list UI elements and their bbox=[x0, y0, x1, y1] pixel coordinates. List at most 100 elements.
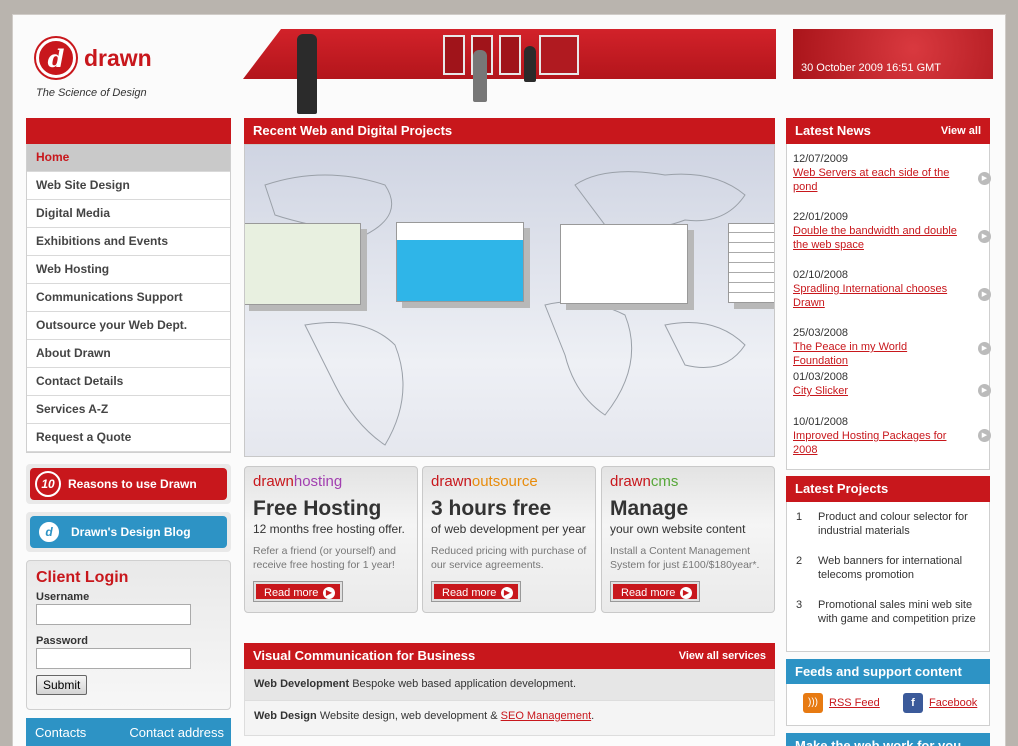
drawn-logo-icon: d bbox=[39, 522, 59, 542]
blog-button[interactable]: d Drawn's Design Blog bbox=[30, 516, 227, 548]
project-item[interactable]: 1 Product and colour selector for industr… bbox=[796, 510, 978, 538]
nav-item-communications[interactable]: Communications Support bbox=[27, 284, 230, 312]
read-more-button[interactable]: Read more ▶ bbox=[611, 582, 699, 601]
card-description: Install a Content Management System for … bbox=[610, 545, 760, 571]
news-link[interactable]: The Peace in my World Foundation bbox=[793, 340, 958, 368]
nav-item-web-hosting[interactable]: Web Hosting bbox=[27, 256, 230, 284]
news-link[interactable]: Double the bandwidth and double the web … bbox=[793, 224, 958, 252]
card-description: Reduced pricing with purchase of our ser… bbox=[431, 545, 587, 571]
news-date: 12/07/2009 bbox=[793, 153, 849, 165]
world-map-showcase bbox=[244, 144, 775, 457]
card-brand: drawnoutsource bbox=[431, 473, 538, 490]
arrow-right-icon: ▶ bbox=[680, 587, 692, 599]
news-link[interactable]: Spradling International chooses Drawn bbox=[793, 282, 958, 310]
news-date: 01/03/2008 bbox=[793, 371, 849, 383]
news-link[interactable]: Web Servers at each side of the pond bbox=[793, 166, 958, 194]
service-term[interactable]: Web Development bbox=[254, 678, 349, 690]
news-item: 25/03/2008 The Peace in my World Foundat… bbox=[793, 326, 991, 368]
submit-button[interactable]: Submit bbox=[36, 675, 88, 695]
project-thumb-blue-site[interactable] bbox=[396, 222, 524, 302]
password-input[interactable] bbox=[36, 648, 191, 669]
nav-item-digital-media[interactable]: Digital Media bbox=[27, 200, 230, 228]
login-title: Client Login bbox=[36, 569, 129, 586]
facebook-link[interactable]: Facebook bbox=[929, 697, 977, 709]
latest-projects-title: Latest Projects bbox=[795, 481, 889, 496]
arrow-right-icon[interactable]: ▶ bbox=[978, 342, 991, 355]
rss-feed-item: ))) RSS Feed bbox=[803, 693, 880, 713]
reasons-label: Reasons to use Drawn bbox=[68, 477, 197, 491]
card-brand: drawncms bbox=[610, 473, 679, 490]
seo-management-link[interactable]: SEO Management bbox=[501, 710, 592, 722]
view-all-services-link[interactable]: View all services bbox=[679, 643, 766, 669]
news-link[interactable]: Improved Hosting Packages for 2008 bbox=[793, 429, 958, 457]
news-link[interactable]: City Slicker bbox=[793, 384, 958, 398]
arrow-right-icon[interactable]: ▶ bbox=[978, 230, 991, 243]
project-thumb-floorplan[interactable] bbox=[245, 223, 361, 305]
news-date: 25/03/2008 bbox=[793, 327, 849, 339]
nav-item-about[interactable]: About Drawn bbox=[27, 340, 230, 368]
latest-news-header: Latest News View all bbox=[786, 118, 990, 144]
reasons-promo[interactable]: 10 Reasons to use Drawn bbox=[26, 464, 231, 504]
person-figure bbox=[473, 50, 487, 102]
main-nav: Home Web Site Design Digital Media Exhib… bbox=[26, 144, 231, 453]
arrow-right-icon[interactable]: ▶ bbox=[978, 384, 991, 397]
client-login-box: Client Login Username Password Submit bbox=[26, 560, 231, 710]
logo-icon[interactable]: d bbox=[36, 38, 76, 78]
latest-news-title: Latest News bbox=[795, 123, 871, 138]
card-cms: drawncms Manage your own website content… bbox=[601, 466, 775, 613]
password-label: Password bbox=[36, 635, 88, 647]
contact-address-link[interactable]: Contact address bbox=[129, 725, 224, 740]
nav-header bbox=[26, 118, 231, 144]
view-all-news-link[interactable]: View all bbox=[941, 118, 981, 144]
read-more-button[interactable]: Read more ▶ bbox=[254, 582, 342, 601]
service-term[interactable]: Web Design bbox=[254, 710, 317, 722]
header-banner bbox=[243, 29, 776, 79]
read-more-button[interactable]: Read more ▶ bbox=[432, 582, 520, 601]
news-date: 10/01/2008 bbox=[793, 416, 849, 428]
visual-comm-header: Visual Communication for Business View a… bbox=[244, 643, 775, 669]
project-thumb-green-site[interactable] bbox=[560, 224, 688, 304]
username-input[interactable] bbox=[36, 604, 191, 625]
projects-list: 1 Product and colour selector for industr… bbox=[786, 502, 990, 652]
nav-item-outsource[interactable]: Outsource your Web Dept. bbox=[27, 312, 230, 340]
arrow-right-icon: ▶ bbox=[323, 587, 335, 599]
card-subtitle: your own website content bbox=[610, 522, 746, 536]
nav-item-services-az[interactable]: Services A-Z bbox=[27, 396, 230, 424]
nav-item-contact-details[interactable]: Contact Details bbox=[27, 368, 230, 396]
contacts-label[interactable]: Contacts bbox=[35, 725, 86, 740]
card-outsource: drawnoutsource 3 hours free of web devel… bbox=[422, 466, 596, 613]
nav-item-exhibitions[interactable]: Exhibitions and Events bbox=[27, 228, 230, 256]
service-row: Web Development Bespoke web based applic… bbox=[244, 669, 775, 701]
ten-icon: 10 bbox=[35, 471, 61, 497]
card-title: 3 hours free bbox=[431, 497, 552, 520]
project-item[interactable]: 3 Promotional sales mini web site with ga… bbox=[796, 598, 978, 626]
visual-comm-title: Visual Communication for Business bbox=[253, 648, 476, 663]
logo-text[interactable]: drawn bbox=[84, 45, 152, 72]
facebook-icon[interactable]: f bbox=[903, 693, 923, 713]
person-figure bbox=[524, 46, 536, 82]
arrow-right-icon[interactable]: ▶ bbox=[978, 429, 991, 442]
news-date: 02/10/2008 bbox=[793, 269, 849, 281]
card-description: Refer a friend (or yourself) and receive… bbox=[253, 545, 396, 571]
facebook-item: f Facebook bbox=[903, 693, 977, 713]
arrow-right-icon[interactable]: ▶ bbox=[978, 288, 991, 301]
nav-item-request-quote[interactable]: Request a Quote bbox=[27, 424, 230, 452]
rss-icon[interactable]: ))) bbox=[803, 693, 823, 713]
news-item: 10/01/2008 Improved Hosting Packages for… bbox=[793, 415, 991, 457]
door-graphic bbox=[443, 35, 465, 75]
reasons-button[interactable]: 10 Reasons to use Drawn bbox=[30, 468, 227, 500]
card-hosting: drawnhosting Free Hosting 12 months free… bbox=[244, 466, 418, 613]
arrow-right-icon[interactable]: ▶ bbox=[978, 172, 991, 185]
service-text: Website design, web development & bbox=[319, 710, 498, 722]
rss-feed-link[interactable]: RSS Feed bbox=[829, 697, 880, 709]
project-thumb-grid[interactable] bbox=[728, 223, 774, 303]
nav-item-web-site-design[interactable]: Web Site Design bbox=[27, 172, 230, 200]
card-title: Free Hosting bbox=[253, 497, 382, 520]
project-item[interactable]: 2 Web banners for international telecoms … bbox=[796, 554, 978, 582]
nav-item-home[interactable]: Home bbox=[27, 144, 230, 172]
blog-promo[interactable]: d Drawn's Design Blog bbox=[26, 512, 231, 552]
news-item: 22/01/2009 Double the bandwidth and doub… bbox=[793, 210, 991, 252]
card-brand: drawnhosting bbox=[253, 473, 343, 490]
news-item: 12/07/2009 Web Servers at each side of t… bbox=[793, 152, 991, 194]
latest-projects-header: Latest Projects bbox=[786, 476, 990, 502]
